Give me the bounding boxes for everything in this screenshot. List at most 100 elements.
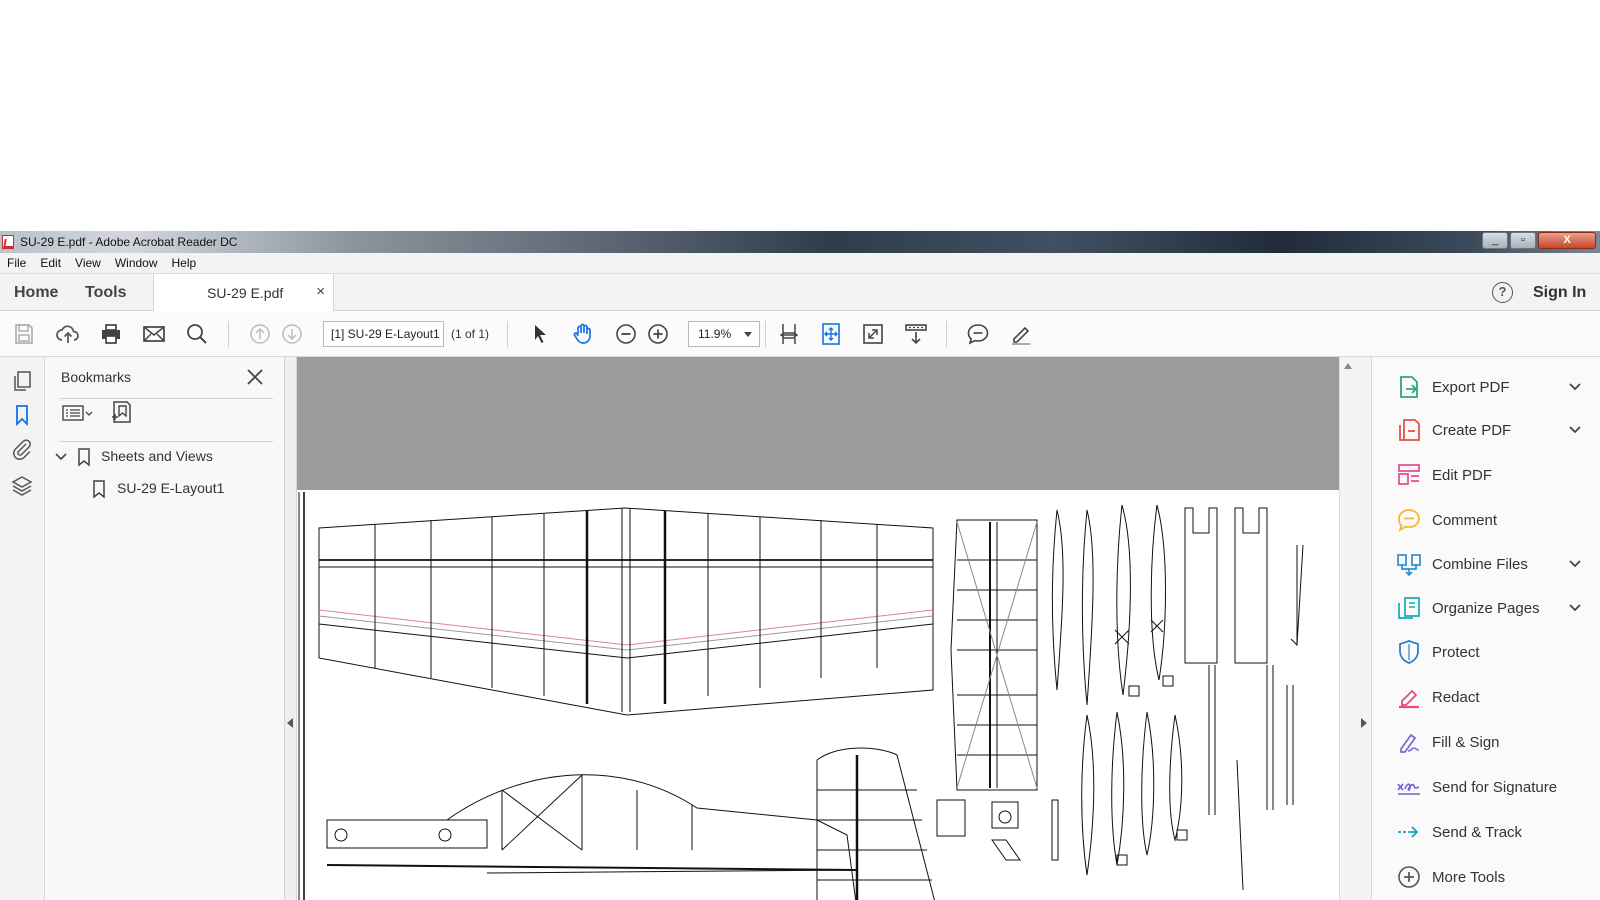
upload-icon[interactable] [56, 322, 80, 346]
chevron-down-icon[interactable] [1567, 378, 1583, 394]
highlight-pen-icon[interactable] [1009, 322, 1033, 346]
combine-files-icon [1397, 554, 1421, 577]
close-panel-icon[interactable] [245, 367, 265, 387]
bookmark-item-su29-layout1[interactable]: SU-29 E-Layout1 [117, 480, 224, 496]
toolbar-separator [228, 321, 229, 347]
minimize-button[interactable]: _ [1482, 232, 1508, 249]
zoom-level-select[interactable]: 11.9% [688, 321, 760, 347]
edit-pdf-icon [1398, 464, 1420, 485]
export-pdf-icon [1400, 376, 1418, 398]
right-panel-collapse-handle[interactable] [1355, 357, 1372, 900]
bookmark-item-sheets-and-views[interactable]: Sheets and Views [101, 448, 213, 464]
tool-edit-pdf[interactable]: Edit PDF [1372, 458, 1600, 494]
left-panel-collapse-handle[interactable] [285, 357, 297, 900]
help-icon[interactable]: ? [1492, 282, 1513, 303]
tool-export-pdf[interactable]: Export PDF [1372, 370, 1600, 406]
menu-window[interactable]: Window [115, 256, 158, 270]
tool-label: Create PDF [1432, 422, 1512, 439]
bookmarks-panel-title: Bookmarks [61, 369, 132, 385]
vertical-scrollbar[interactable] [1339, 357, 1355, 900]
menu-help[interactable]: Help [172, 256, 197, 270]
restore-button[interactable]: ▫ [1510, 232, 1536, 249]
next-page-icon[interactable] [280, 322, 304, 346]
email-icon[interactable] [142, 322, 166, 346]
document-view[interactable] [297, 357, 1339, 900]
toolbar-separator [765, 321, 766, 347]
bookmark-icon [93, 480, 105, 499]
new-bookmark-icon[interactable] [109, 399, 135, 425]
tab-home[interactable]: Home [14, 284, 58, 302]
tool-send-track[interactable]: Send & Track [1372, 815, 1600, 851]
tool-label: Send & Track [1432, 824, 1523, 841]
toolbar: [1] SU-29 E-Layout1 (1 of 1) 11.9% [0, 311, 1600, 357]
chevron-down-icon[interactable] [1567, 599, 1583, 615]
document-tab[interactable]: SU-29 E.pdf × [153, 274, 334, 311]
close-window-button[interactable]: X [1538, 232, 1596, 249]
tab-bar: Home Tools SU-29 E.pdf × ? Sign In [0, 274, 1600, 311]
bookmark-options-icon[interactable] [61, 402, 95, 424]
title-bar: SU-29 E.pdf - Adobe Acrobat Reader DC _ … [0, 231, 1600, 253]
bookmark-icon[interactable] [10, 403, 34, 427]
toolbar-separator [507, 321, 508, 347]
tool-send-for-signature[interactable]: Send for Signature [1372, 770, 1600, 806]
scroll-up-icon[interactable] [1344, 363, 1352, 369]
send-track-icon [1398, 826, 1419, 838]
tool-create-pdf[interactable]: Create PDF [1372, 413, 1600, 449]
tool-protect[interactable]: Protect [1372, 635, 1600, 671]
save-icon[interactable] [12, 322, 36, 346]
zoom-in-icon[interactable] [646, 322, 670, 346]
close-tab-icon[interactable]: × [316, 283, 325, 300]
acrobat-window: SU-29 E.pdf - Adobe Acrobat Reader DC _ … [0, 0, 1600, 900]
tool-organize-pages[interactable]: Organize Pages [1372, 591, 1600, 627]
tab-tools[interactable]: Tools [85, 284, 126, 302]
search-icon[interactable] [185, 322, 209, 346]
tool-more-tools[interactable]: More Tools [1372, 860, 1600, 896]
chevron-down-icon[interactable] [54, 450, 68, 464]
tool-label: More Tools [1432, 869, 1506, 886]
page-thumbnails-icon[interactable] [10, 369, 34, 393]
tool-label: Send for Signature [1432, 779, 1558, 796]
tool-redact[interactable]: Redact [1372, 680, 1600, 716]
tool-label: Protect [1432, 644, 1480, 661]
page-number-input[interactable]: [1] SU-29 E-Layout1 [323, 321, 444, 347]
tool-comment[interactable]: Comment [1372, 503, 1600, 539]
create-pdf-icon [1399, 419, 1420, 441]
layers-icon[interactable] [10, 474, 34, 498]
previous-page-icon[interactable] [248, 322, 272, 346]
bookmark-icon [78, 448, 90, 467]
fit-width-icon[interactable] [777, 322, 801, 346]
tool-label: Redact [1432, 689, 1480, 706]
full-screen-icon[interactable] [861, 322, 885, 346]
chevron-down-icon [744, 332, 752, 337]
attachment-icon[interactable] [10, 437, 34, 461]
tools-pane: Export PDF Create PDF Edit PDF Comment C… [1372, 357, 1600, 900]
hand-tool-icon[interactable] [571, 322, 595, 346]
tool-label: Comment [1432, 512, 1498, 529]
select-cursor-icon[interactable] [528, 322, 552, 346]
scroll-mode-icon[interactable] [904, 322, 928, 346]
comment-icon [1398, 509, 1420, 533]
chevron-down-icon[interactable] [1567, 555, 1583, 571]
menu-edit[interactable]: Edit [40, 256, 61, 270]
aircraft-plan-drawing [298, 492, 1304, 900]
tool-combine-files[interactable]: Combine Files [1372, 547, 1600, 583]
chevron-down-icon[interactable] [1567, 421, 1583, 437]
more-tools-icon [1398, 866, 1420, 888]
fit-page-icon[interactable] [819, 322, 843, 346]
menu-file[interactable]: File [7, 256, 26, 270]
fill-sign-icon [1400, 733, 1420, 753]
pdf-page [297, 490, 1339, 900]
tool-label: Export PDF [1432, 379, 1510, 396]
zoom-out-icon[interactable] [614, 322, 638, 346]
tool-label: Organize Pages [1432, 600, 1540, 617]
send-signature-icon [1397, 783, 1420, 795]
menu-view[interactable]: View [75, 256, 101, 270]
tool-fill-sign[interactable]: Fill & Sign [1372, 725, 1600, 761]
toolbar-separator [946, 321, 947, 347]
print-icon[interactable] [99, 322, 123, 346]
comment-icon[interactable] [966, 322, 990, 346]
organize-pages-icon [1398, 597, 1420, 619]
panel-divider [59, 441, 273, 442]
sign-in-link[interactable]: Sign In [1533, 284, 1586, 302]
left-rail [0, 357, 45, 900]
